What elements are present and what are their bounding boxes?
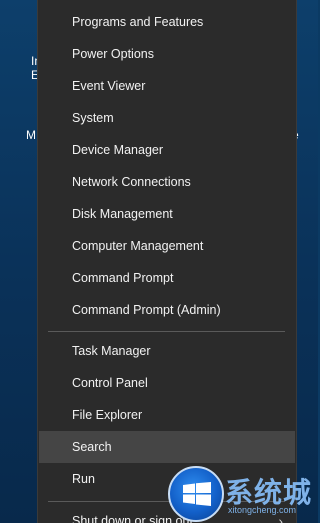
desktop-icon-label[interactable]: M bbox=[26, 128, 36, 142]
windows-logo-icon bbox=[168, 466, 224, 522]
menu-item-system[interactable]: System bbox=[39, 102, 295, 134]
menu-separator bbox=[48, 331, 285, 332]
menu-item-control-panel[interactable]: Control Panel bbox=[39, 367, 295, 399]
menu-item-device-manager[interactable]: Device Manager bbox=[39, 134, 295, 166]
menu-item-power-options[interactable]: Power Options bbox=[39, 38, 295, 70]
menu-item-computer-management[interactable]: Computer Management bbox=[39, 230, 295, 262]
quick-link-menu: Programs and Features Power Options Even… bbox=[37, 0, 297, 523]
menu-item-event-viewer[interactable]: Event Viewer bbox=[39, 70, 295, 102]
menu-item-task-manager[interactable]: Task Manager bbox=[39, 335, 295, 367]
watermark-subtext: xitongcheng.com bbox=[228, 505, 297, 515]
menu-item-disk-management[interactable]: Disk Management bbox=[39, 198, 295, 230]
menu-item-label: Shut down or sign out bbox=[72, 514, 193, 523]
menu-item-file-explorer[interactable]: File Explorer bbox=[39, 399, 295, 431]
menu-item-command-prompt-admin[interactable]: Command Prompt (Admin) bbox=[39, 294, 295, 326]
menu-item-search[interactable]: Search bbox=[39, 431, 295, 463]
menu-item-programs-and-features[interactable]: Programs and Features bbox=[39, 6, 295, 38]
menu-item-command-prompt[interactable]: Command Prompt bbox=[39, 262, 295, 294]
windows-flag-icon bbox=[183, 482, 211, 506]
menu-item-network-connections[interactable]: Network Connections bbox=[39, 166, 295, 198]
